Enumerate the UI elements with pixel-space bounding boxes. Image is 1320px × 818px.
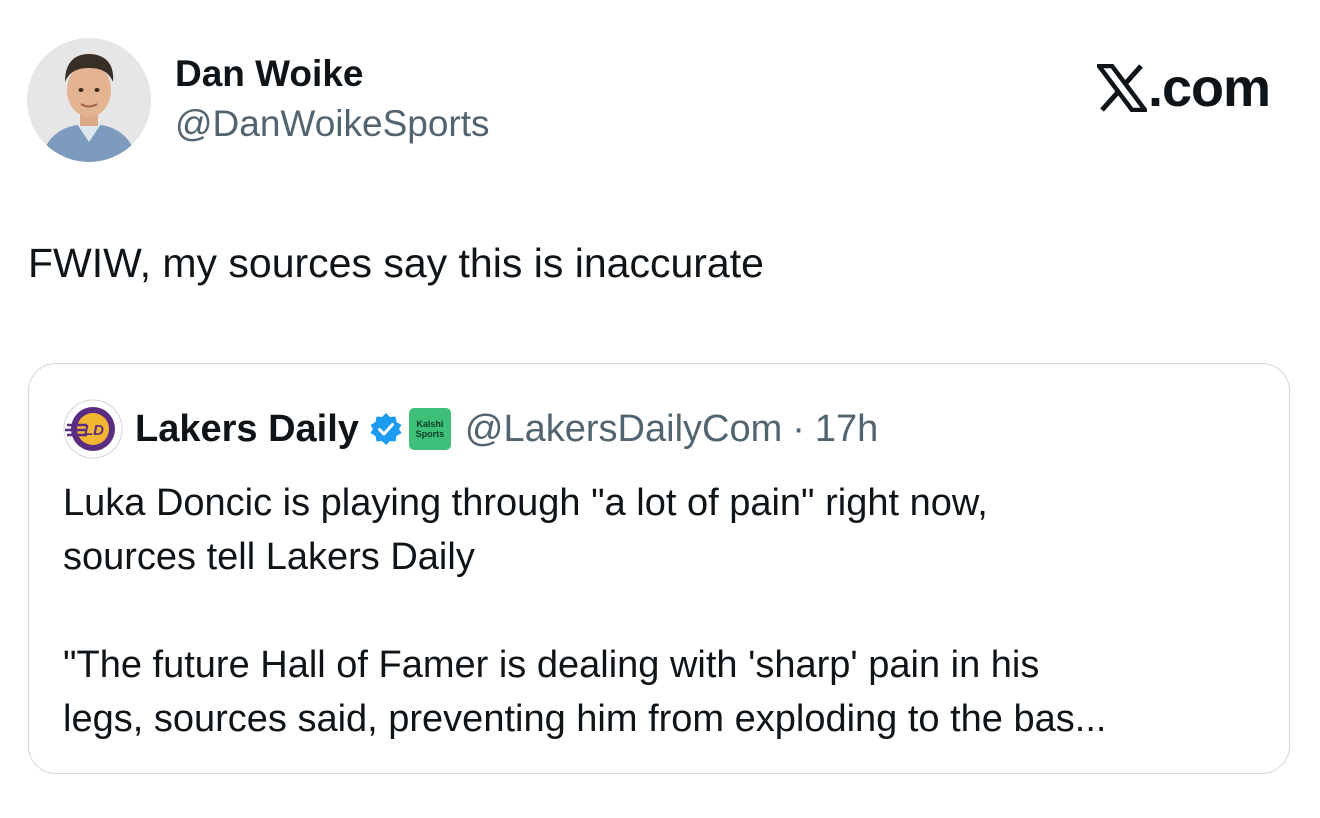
quoted-tweet-time[interactable]: 17h [815, 407, 878, 451]
badge-line-1: Kalshi [416, 419, 444, 429]
quoted-text-line: "The future Hall of Famer is dealing wit… [63, 644, 1040, 686]
kalshi-sports-badge[interactable]: Kalshi Sports [408, 408, 451, 450]
meta-separator: · [792, 408, 805, 450]
author-avatar-photo [27, 38, 151, 162]
brand-text: .com [1147, 58, 1271, 118]
quoted-text-line: Luka Doncic is playing through "a lot of… [63, 482, 988, 524]
x-logo-icon [1096, 64, 1147, 112]
verified-badge-icon [369, 412, 403, 446]
lakers-daily-logo[interactable]: LD [63, 399, 123, 459]
author-handle[interactable]: @DanWoikeSports [175, 102, 490, 146]
quoted-tweet-body: Luka Doncic is playing through "a lot of… [63, 476, 1263, 746]
quoted-account-name[interactable]: Lakers Daily [135, 407, 359, 451]
quoted-tweet-card[interactable]: LD Lakers Daily Kalshi Sports @LakersDai… [28, 363, 1290, 774]
quoted-tweet-header: LD Lakers Daily Kalshi Sports @LakersDai… [63, 398, 878, 460]
quoted-account-handle[interactable]: @LakersDailyCom [465, 407, 782, 451]
quoted-text-line: legs, sources said, preventing him from … [63, 698, 1107, 740]
badge-line-2: Sports [415, 429, 445, 439]
x-com-brand: .com [1096, 58, 1271, 118]
author-name[interactable]: Dan Woike [175, 52, 363, 96]
svg-text:LD: LD [84, 422, 104, 439]
author-avatar[interactable] [27, 38, 151, 162]
tweet-text: FWIW, my sources say this is inaccurate [28, 240, 764, 286]
quoted-text-line: sources tell Lakers Daily [63, 536, 475, 578]
